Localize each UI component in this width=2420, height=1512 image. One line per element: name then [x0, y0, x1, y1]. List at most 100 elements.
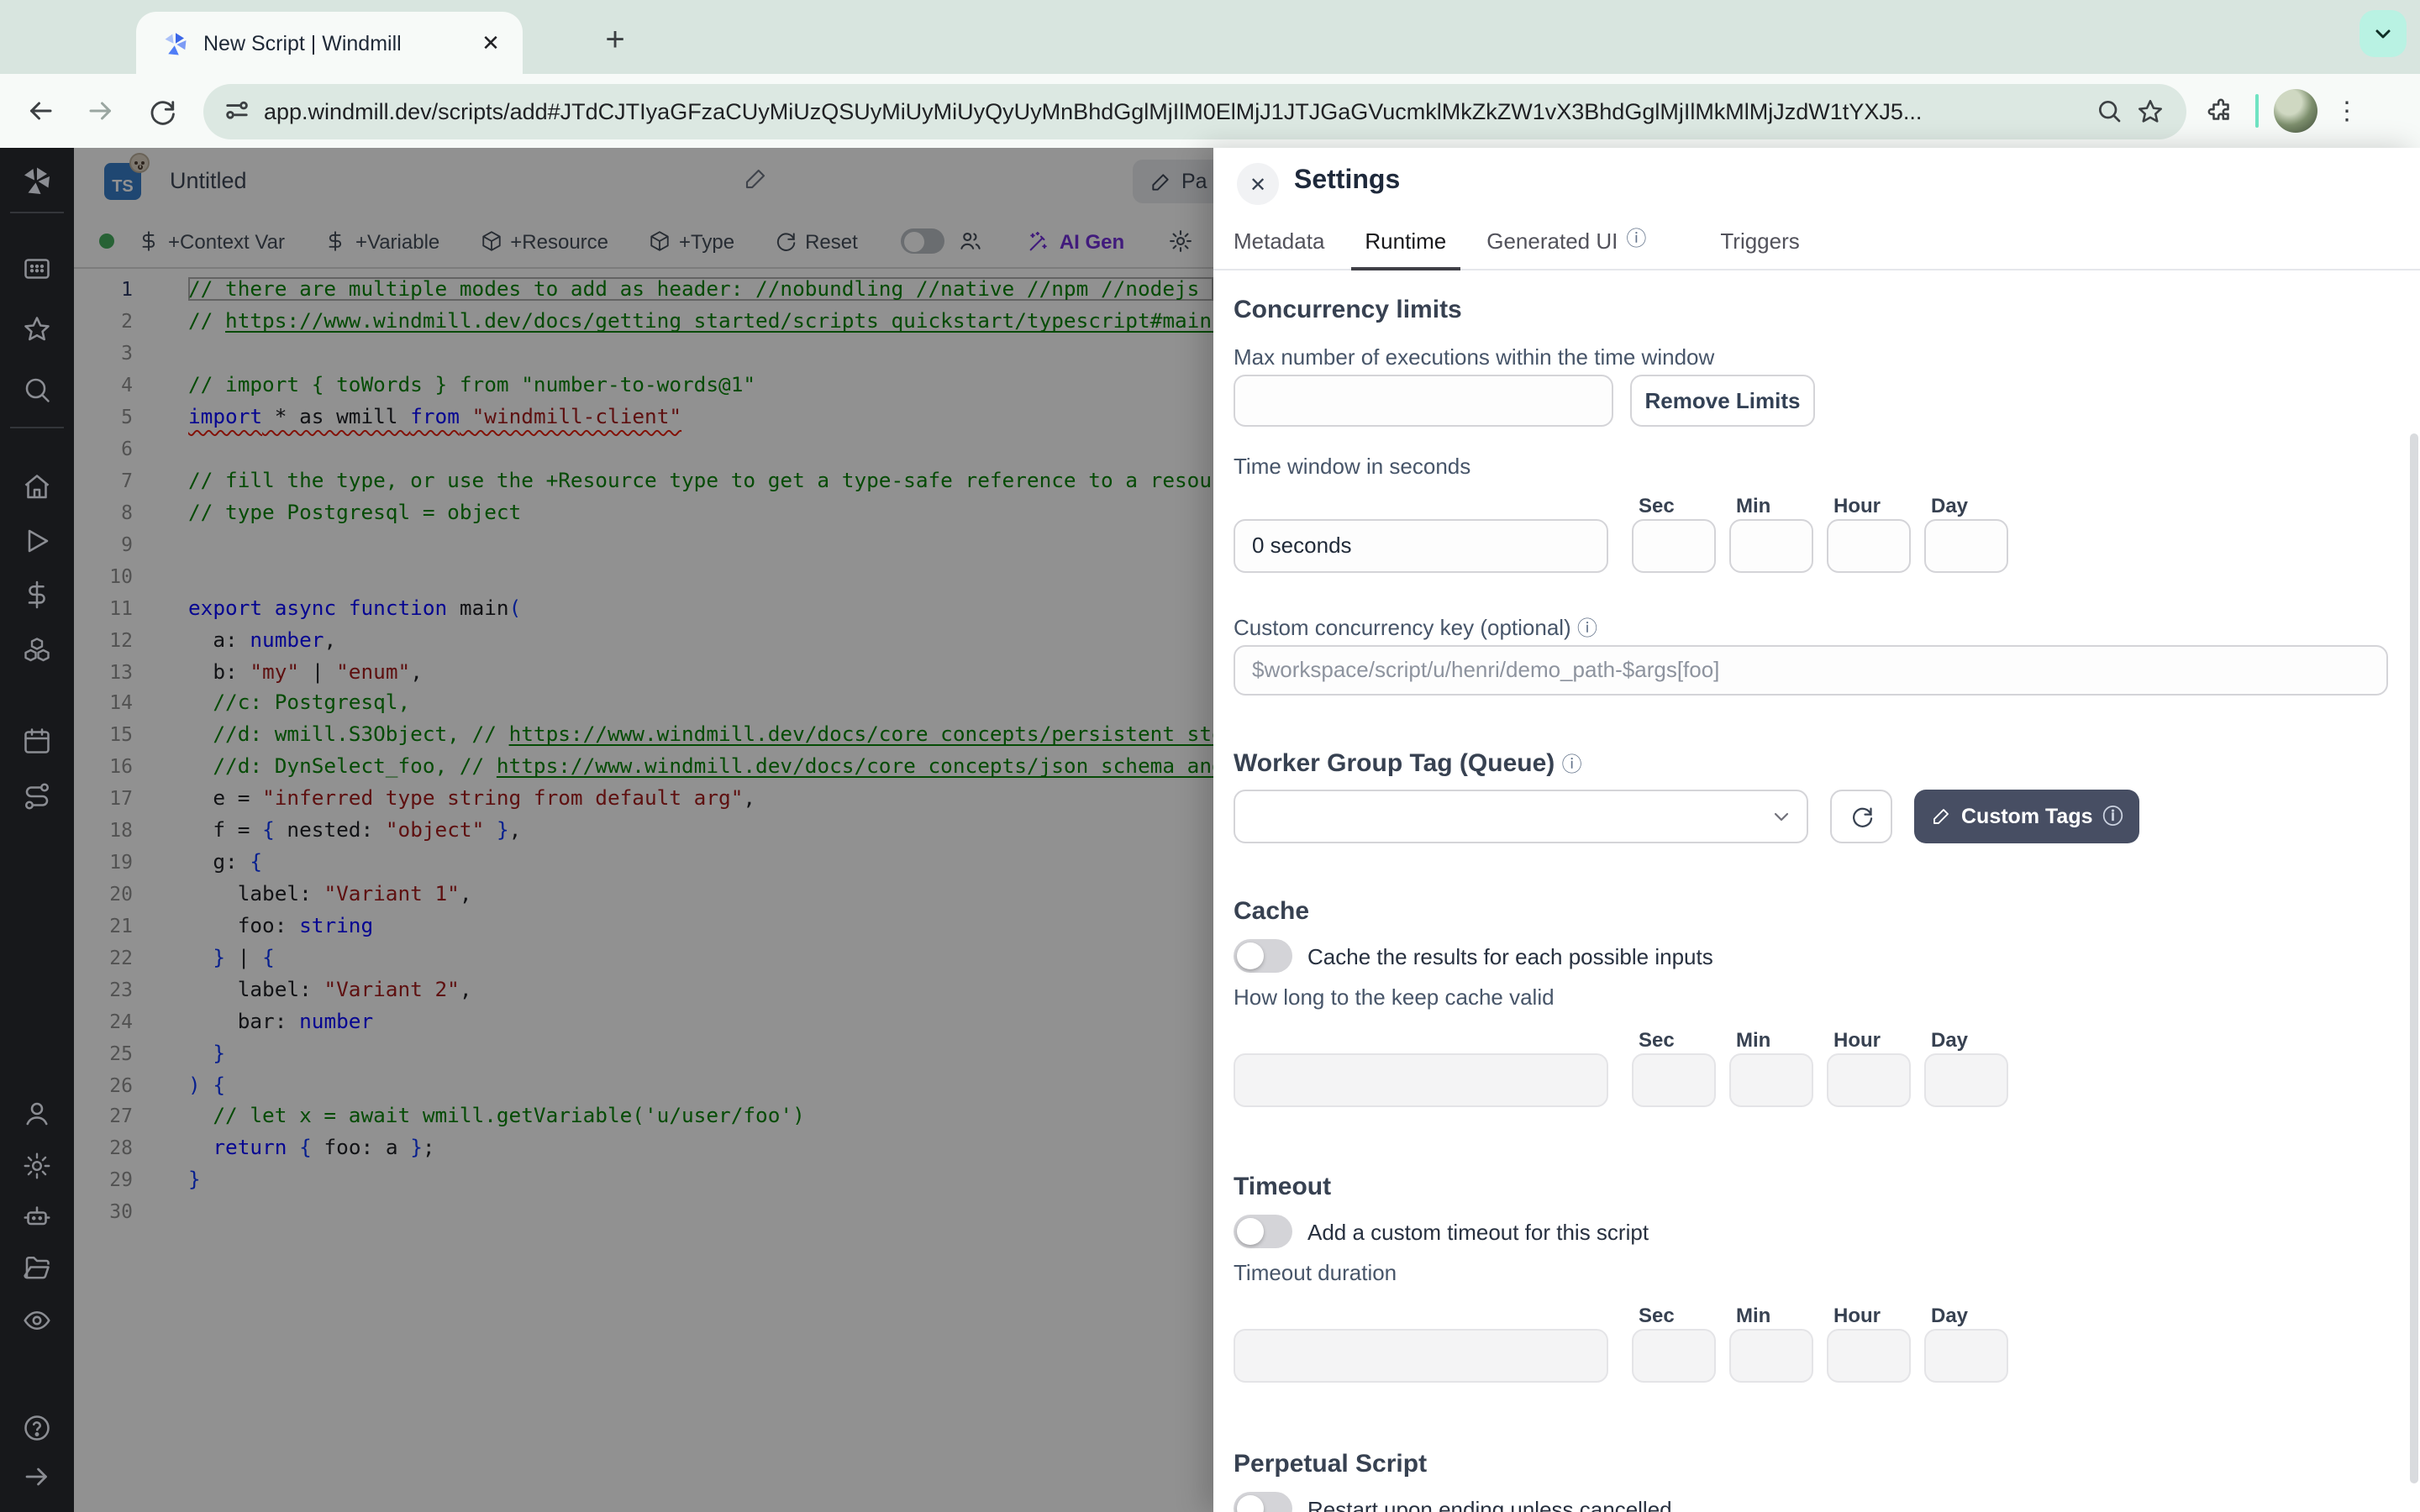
tab-triggers[interactable]: Triggers — [1720, 217, 1799, 269]
windmill-logo-icon[interactable] — [22, 166, 52, 197]
min-label: Min — [1736, 1304, 1770, 1327]
min-label: Min — [1736, 1028, 1770, 1052]
app-root: New Script | Windmill ✕ + app.windmill — [0, 0, 2420, 1512]
chevron-down-icon — [1771, 806, 1791, 827]
tune-icon[interactable] — [224, 97, 250, 124]
magnifier-icon — [2096, 97, 2123, 124]
hour-label: Hour — [1833, 494, 1881, 517]
timeout-day-input — [1924, 1329, 2008, 1383]
day-label: Day — [1931, 494, 1968, 517]
reload-button[interactable] — [136, 86, 187, 136]
back-button[interactable] — [15, 86, 66, 136]
profile-avatar[interactable] — [2274, 89, 2317, 133]
sidebar-item-apps[interactable] — [22, 254, 52, 284]
browser-toolbar: app.windmill.dev/scripts/add#JTdCJTIyaGF… — [0, 74, 2420, 148]
tab-list-chevron-button[interactable] — [2360, 10, 2407, 57]
tab-close-icon[interactable]: ✕ — [476, 29, 506, 59]
cache-duration-label: How long to the keep cache valid — [1234, 984, 1555, 1010]
sidebar-divider — [10, 212, 64, 213]
forward-icon — [86, 96, 116, 126]
concurrency-limits-heading: Concurrency limits — [1234, 296, 1462, 324]
sidebar-item-favorites[interactable] — [22, 314, 52, 344]
new-tab-button[interactable]: + — [592, 18, 639, 66]
tab-title: New Script | Windmill — [203, 32, 476, 55]
cache-duration-display — [1234, 1053, 1608, 1107]
sidebar-item-variables[interactable] — [22, 580, 52, 610]
sec-label: Sec — [1639, 1304, 1675, 1327]
hour-label: Hour — [1833, 1304, 1881, 1327]
custom-tags-button[interactable]: Custom Tags ⓘ — [1914, 790, 2140, 843]
perpetual-toggle-label: Restart upon ending unless cancelled — [1307, 1497, 1672, 1512]
sidebar-divider — [10, 427, 64, 428]
sidebar-item-users[interactable] — [22, 1099, 52, 1129]
sec-label: Sec — [1639, 1028, 1675, 1052]
extensions-button[interactable] — [2200, 91, 2240, 131]
timeout-toggle[interactable] — [1234, 1215, 1292, 1248]
refresh-icon — [1849, 805, 1873, 828]
tab-runtime[interactable]: Runtime — [1365, 217, 1446, 269]
app-sidebar — [0, 148, 74, 1512]
cache-min-input — [1729, 1053, 1813, 1107]
time-window-hour-input[interactable] — [1827, 519, 1911, 573]
sidebar-item-search[interactable] — [22, 375, 52, 405]
sidebar-item-flows[interactable] — [22, 781, 52, 811]
worker-group-select[interactable] — [1234, 790, 1808, 843]
sidebar-item-home[interactable] — [22, 472, 52, 502]
drawer-title: Settings — [1294, 166, 1400, 197]
sidebar-item-workers[interactable] — [22, 1201, 52, 1231]
hour-label: Hour — [1833, 1028, 1881, 1052]
url-bar[interactable]: app.windmill.dev/scripts/add#JTdCJTIyaGF… — [203, 83, 2186, 139]
bookmark-star-button[interactable] — [2129, 91, 2170, 131]
back-icon — [25, 96, 55, 126]
max-executions-input[interactable] — [1234, 375, 1613, 427]
sidebar-item-folders[interactable] — [22, 1253, 52, 1284]
info-icon: ⓘ — [1577, 617, 1597, 640]
windmill-favicon — [163, 31, 188, 56]
cache-toggle[interactable] — [1234, 939, 1292, 973]
sidebar-item-schedules[interactable] — [22, 726, 52, 756]
close-drawer-button[interactable]: ✕ — [1237, 163, 1279, 205]
url-text[interactable]: app.windmill.dev/scripts/add#JTdCJTIyaGF… — [264, 98, 2089, 123]
perpetual-toggle[interactable] — [1234, 1492, 1292, 1512]
time-window-min-input[interactable] — [1729, 519, 1813, 573]
cache-hour-input — [1827, 1053, 1911, 1107]
toolbar-right: ⋮ — [2200, 89, 2383, 133]
info-icon: ⓘ — [1626, 228, 1646, 249]
remove-limits-button[interactable]: Remove Limits — [1630, 375, 1815, 427]
browser-menu-button[interactable]: ⋮ — [2334, 96, 2360, 126]
sidebar-item-runs[interactable] — [22, 526, 52, 556]
min-label: Min — [1736, 494, 1770, 517]
sidebar-item-settings[interactable] — [22, 1151, 52, 1181]
pencil-icon — [1931, 806, 1951, 827]
day-label: Day — [1931, 1304, 1968, 1327]
cache-toggle-label: Cache the results for each possible inpu… — [1307, 944, 1713, 969]
puzzle-icon — [2206, 97, 2234, 125]
tab-metadata[interactable]: Metadata — [1234, 217, 1324, 269]
concurrency-key-input[interactable]: $workspace/script/u/henri/demo_path-$arg… — [1234, 645, 2388, 696]
worker-group-heading: Worker Group Tag (Queue) ⓘ — [1234, 749, 1582, 778]
drawer-scrollbar[interactable] — [2410, 433, 2418, 1483]
tab-generated-ui[interactable]: Generated UIⓘ — [1486, 217, 1646, 269]
star-icon — [2135, 97, 2164, 125]
settings-drawer: ✕ Settings Metadata Runtime Generated UI… — [1213, 148, 2420, 1512]
refresh-tags-button[interactable] — [1830, 790, 1892, 843]
sidebar-collapse-arrow[interactable] — [22, 1462, 52, 1492]
sidebar-item-help[interactable] — [22, 1413, 52, 1443]
sidebar-item-audit-logs[interactable] — [22, 1305, 52, 1336]
timeout-duration-label: Timeout duration — [1234, 1260, 1397, 1285]
forward-button[interactable] — [76, 86, 126, 136]
time-window-sec-input[interactable] — [1632, 519, 1716, 573]
day-label: Day — [1931, 1028, 1968, 1052]
reload-icon — [147, 97, 176, 125]
drawer-backdrop[interactable] — [74, 148, 1213, 1512]
cache-heading: Cache — [1234, 897, 1309, 926]
zoom-level-button[interactable] — [2089, 91, 2129, 131]
sidebar-item-resources[interactable] — [22, 635, 52, 665]
browser-chrome: New Script | Windmill ✕ + app.windmill — [0, 0, 2420, 148]
time-window-day-input[interactable] — [1924, 519, 2008, 573]
chevron-down-icon — [2373, 24, 2393, 44]
time-window-label: Time window in seconds — [1234, 454, 1470, 479]
browser-tab[interactable]: New Script | Windmill ✕ — [136, 12, 523, 76]
perpetual-script-heading: Perpetual Script — [1234, 1450, 1427, 1478]
sec-label: Sec — [1639, 494, 1675, 517]
